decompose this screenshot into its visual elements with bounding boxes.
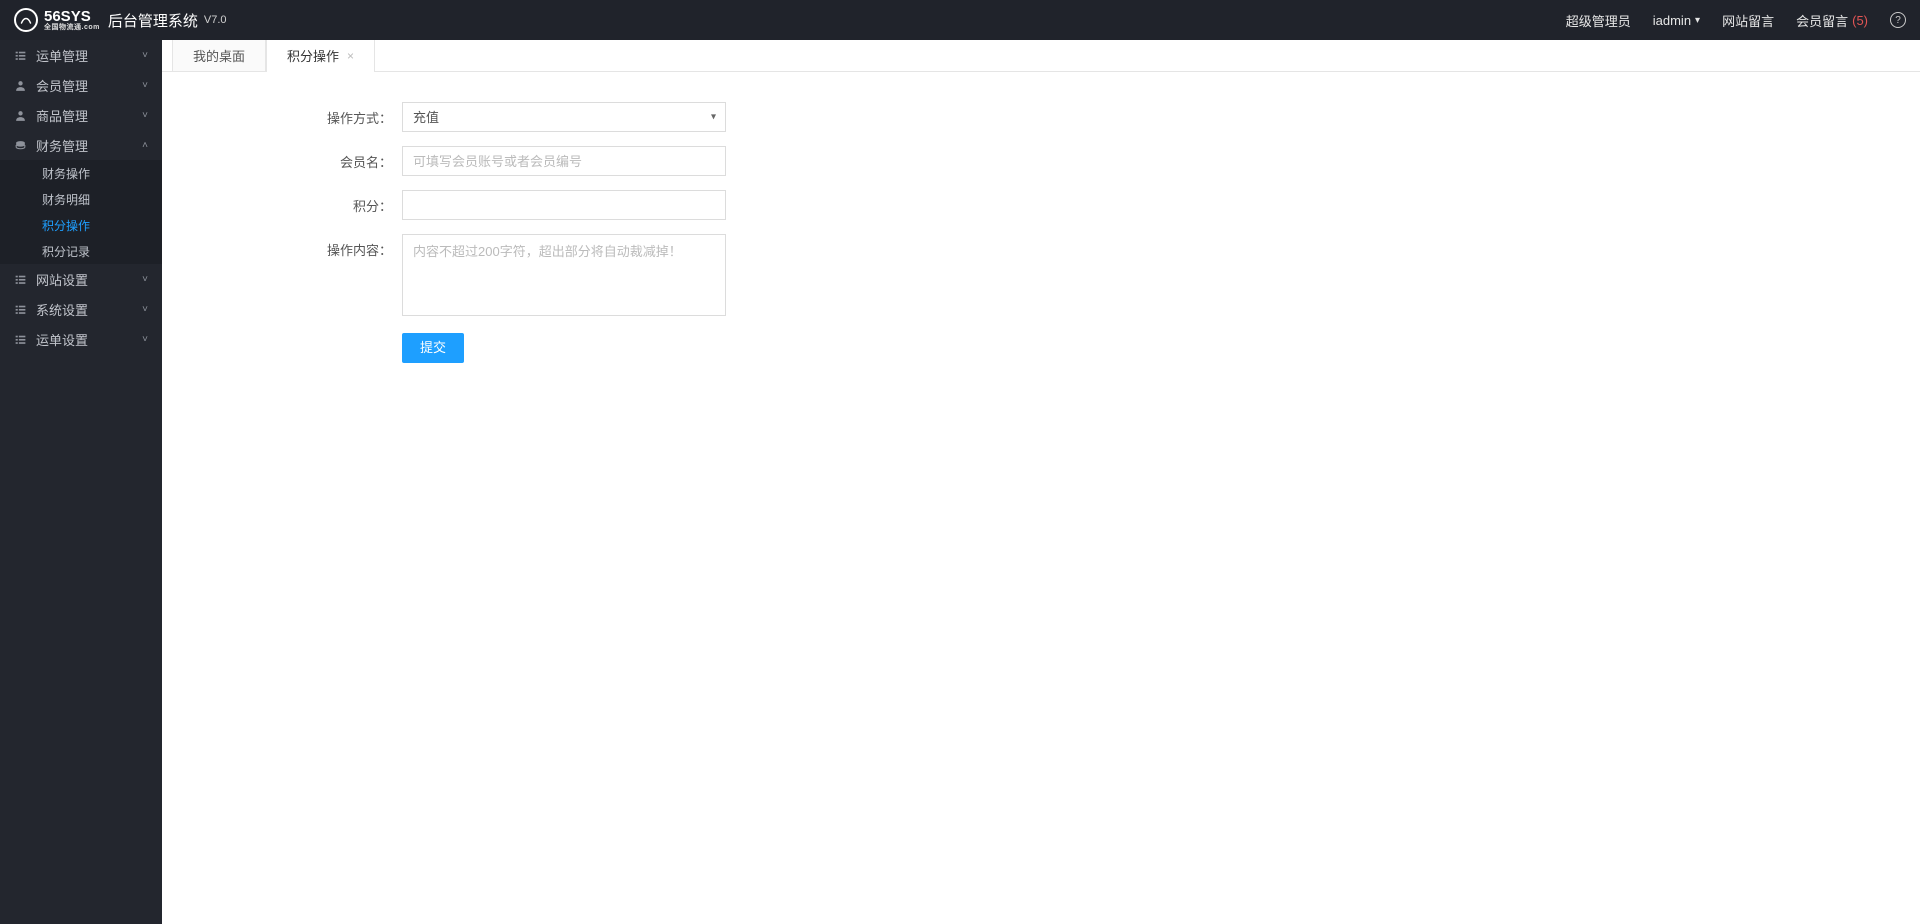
logo: 56SYS 全国物流通.com	[14, 8, 100, 32]
sidebar-sub-3-3[interactable]: 积分记录	[0, 238, 162, 264]
sidebar-group-4[interactable]: 网站设置 ˅	[0, 264, 162, 294]
sidebar-group-label: 商品管理	[36, 106, 88, 125]
app-title: 后台管理系统	[108, 10, 198, 31]
sidebar-group-5[interactable]: 系统设置 ˅	[0, 294, 162, 324]
sidebar-group-label: 运单管理	[36, 46, 88, 65]
tab-bar: 我的桌面 积分操作 ×	[162, 40, 1920, 72]
app-header: 56SYS 全国物流通.com 后台管理系统 V7.0 超级管理员 iadmin…	[0, 0, 1920, 40]
sidebar-sub-3-0[interactable]: 财务操作	[0, 160, 162, 186]
sidebar: 运单管理˅会员管理˅商品管理˅财务管理˄财务操作财务明细积分操作积分记录网站设置…	[0, 40, 162, 924]
sidebar-group-3[interactable]: 财务管理 ˄	[0, 130, 162, 160]
tab-0[interactable]: 我的桌面	[172, 40, 266, 71]
points-input[interactable]	[402, 190, 726, 220]
sidebar-group-label: 运单设置	[36, 330, 88, 349]
username: iadmin	[1653, 13, 1691, 28]
logo-text: 56SYS 全国物流通.com	[44, 9, 100, 31]
role-label: 超级管理员	[1566, 11, 1631, 30]
list-icon	[14, 303, 28, 316]
chevron-down-icon: ˅	[142, 274, 148, 285]
list-icon	[14, 273, 28, 286]
sidebar-group-label: 系统设置	[36, 300, 88, 319]
coins-icon	[14, 139, 28, 152]
list-icon	[14, 333, 28, 346]
page-content: 操作方式： 充值 会员名： 积分：	[162, 72, 1920, 924]
chevron-up-icon: ˄	[142, 140, 148, 151]
tab-1[interactable]: 积分操作 ×	[266, 40, 375, 71]
brand-name: 56SYS	[44, 9, 100, 24]
site-messages-link[interactable]: 网站留言	[1722, 11, 1774, 30]
sidebar-sub-3-2[interactable]: 积分操作	[0, 212, 162, 238]
sidebar-group-2[interactable]: 商品管理 ˅	[0, 100, 162, 130]
op-mode-select[interactable]: 充值	[402, 102, 726, 132]
logo-mark-icon	[14, 8, 38, 32]
member-messages-label: 会员留言	[1796, 11, 1848, 30]
member-input[interactable]	[402, 146, 726, 176]
content-textarea[interactable]	[402, 234, 726, 316]
sidebar-group-6[interactable]: 运单设置 ˅	[0, 324, 162, 354]
user-menu[interactable]: iadmin ▾	[1653, 13, 1700, 28]
member-messages-count: (5)	[1852, 13, 1868, 28]
list-icon	[14, 49, 28, 62]
header-right: 超级管理员 iadmin ▾ 网站留言 会员留言 (5) ?	[1566, 11, 1906, 30]
sidebar-sub-3-1[interactable]: 财务明细	[0, 186, 162, 212]
sidebar-group-label: 网站设置	[36, 270, 88, 289]
member-messages-link[interactable]: 会员留言 (5)	[1796, 11, 1868, 30]
sidebar-group-1[interactable]: 会员管理 ˅	[0, 70, 162, 100]
app-version: V7.0	[204, 14, 227, 26]
op-mode-select-wrap: 充值	[402, 102, 726, 132]
submit-button[interactable]: 提交	[402, 333, 464, 363]
chevron-down-icon: ˅	[142, 80, 148, 91]
tab-label: 我的桌面	[193, 46, 245, 65]
user-icon	[14, 109, 28, 122]
content-label: 操作内容：	[202, 234, 402, 259]
chevron-down-icon: ˅	[142, 110, 148, 121]
points-label: 积分：	[202, 190, 402, 215]
main-area: 我的桌面 积分操作 × 操作方式： 充值 会员名：	[162, 40, 1920, 924]
chevron-down-icon: ˅	[142, 50, 148, 61]
sidebar-group-0[interactable]: 运单管理 ˅	[0, 40, 162, 70]
chevron-down-icon: ˅	[142, 334, 148, 345]
chevron-down-icon: ˅	[142, 304, 148, 315]
tab-label: 积分操作	[287, 46, 339, 65]
user-icon	[14, 79, 28, 92]
chevron-down-icon: ▾	[1695, 15, 1700, 26]
help-icon: ?	[1890, 12, 1906, 28]
brand-sub: 全国物流通.com	[44, 24, 100, 31]
op-mode-label: 操作方式：	[202, 102, 402, 127]
member-label: 会员名：	[202, 146, 402, 171]
help-button[interactable]: ?	[1890, 12, 1906, 28]
sidebar-group-label: 财务管理	[36, 136, 88, 155]
close-icon[interactable]: ×	[347, 49, 354, 63]
sidebar-group-label: 会员管理	[36, 76, 88, 95]
